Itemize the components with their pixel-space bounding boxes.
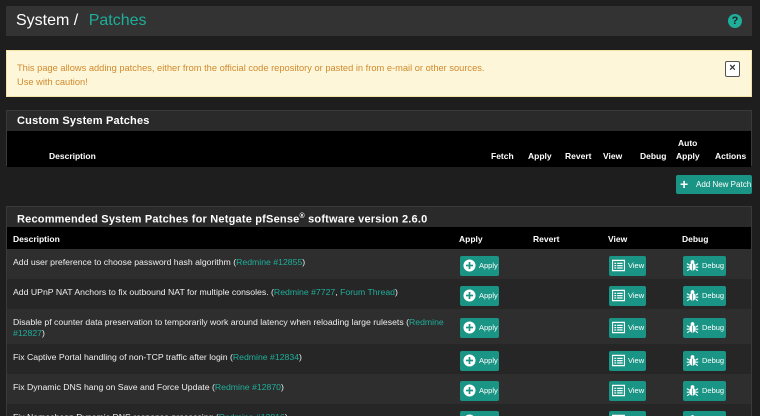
debug-button[interactable]: Debug <box>683 411 726 416</box>
list-icon <box>611 259 626 272</box>
patch-link[interactable]: Redmine #12834 <box>233 352 299 362</box>
view-button[interactable]: View <box>609 318 646 338</box>
apply-button[interactable]: Apply <box>460 318 499 338</box>
patch-description: Fix Dynamic DNS hang on Save and Force U… <box>13 382 284 392</box>
patch-description: Fix Namecheap Dynamic DNS response proce… <box>13 412 445 416</box>
patch-row: Fix Namecheap Dynamic DNS response proce… <box>7 404 751 416</box>
apply-button[interactable]: Apply <box>460 351 499 371</box>
col-description: Description <box>13 234 60 244</box>
list-icon <box>611 354 626 367</box>
apply-button[interactable]: Apply <box>460 286 499 306</box>
apply-button[interactable]: Apply <box>460 411 499 416</box>
view-button[interactable]: View <box>609 411 646 416</box>
patch-row: Disable pf counter data preservation to … <box>7 309 751 344</box>
patch-row: Add UPnP NAT Anchors to fix outbound NAT… <box>7 279 751 309</box>
patch-list: Add user preference to choose password h… <box>7 249 751 416</box>
view-button[interactable]: View <box>609 256 646 276</box>
close-icon[interactable]: × <box>725 61 740 77</box>
patch-row: Add user preference to choose password h… <box>7 249 751 279</box>
page-header: System / Patches ? <box>6 6 752 36</box>
list-icon <box>611 384 626 397</box>
plus-circle-icon <box>463 321 476 334</box>
recommended-patches-title: Recommended System Patches for Netgate p… <box>7 207 751 227</box>
patch-row: Fix Captive Portal handling of non-TCP t… <box>7 344 751 374</box>
plus-circle-icon <box>463 259 476 272</box>
breadcrumb-system: System / <box>16 12 79 29</box>
plus-circle-icon <box>463 354 476 367</box>
col-view: View <box>603 151 623 161</box>
breadcrumb-patches-link[interactable]: Patches <box>89 12 147 29</box>
debug-button[interactable]: Debug <box>683 381 726 401</box>
plus-circle-icon <box>463 384 476 397</box>
col-actions: Actions <box>715 151 747 161</box>
list-icon <box>611 321 626 334</box>
debug-button[interactable]: Debug <box>683 318 726 338</box>
patch-link[interactable]: Redmine #12816 <box>219 412 285 416</box>
custom-patches-panel: Custom System Patches Description Fetch … <box>6 110 752 167</box>
plus-icon: + <box>680 176 689 192</box>
view-button[interactable]: View <box>609 351 646 371</box>
recommended-patches-panel: Recommended System Patches for Netgate p… <box>6 206 752 416</box>
help-icon[interactable]: ? <box>728 14 742 28</box>
apply-button[interactable]: Apply <box>460 381 499 401</box>
col-debug: Debug <box>640 151 667 161</box>
patch-link[interactable]: Redmine #12827 <box>13 317 444 338</box>
custom-patches-title: Custom System Patches <box>7 111 751 131</box>
col-view: View <box>608 234 628 244</box>
plus-circle-icon <box>463 289 476 302</box>
bug-icon <box>686 259 699 272</box>
col-auto-line2: Apply <box>676 151 700 161</box>
view-button[interactable]: View <box>609 381 646 401</box>
bug-icon <box>686 321 699 334</box>
alert-message: This page allows adding patches, either … <box>17 63 485 87</box>
patch-description: Add user preference to choose password h… <box>13 257 306 267</box>
patch-link[interactable]: Redmine #12855 <box>236 257 302 267</box>
debug-button[interactable]: Debug <box>683 351 726 371</box>
col-apply: Apply <box>459 234 483 244</box>
add-new-patch-button[interactable]: + Add New Patch <box>676 175 752 194</box>
col-debug: Debug <box>682 234 709 244</box>
bug-icon <box>686 384 699 397</box>
recommended-table-header: Description Apply Revert View Debug <box>7 227 751 249</box>
col-description: Description <box>49 151 96 161</box>
apply-button[interactable]: Apply <box>460 256 499 276</box>
list-icon <box>611 289 626 302</box>
col-fetch: Fetch <box>491 151 514 161</box>
debug-button[interactable]: Debug <box>683 286 726 306</box>
warning-alert: This page allows adding patches, either … <box>6 50 752 97</box>
breadcrumb: System / Patches <box>16 12 147 30</box>
custom-table-header: Description Fetch Apply Revert View Debu… <box>7 131 751 167</box>
col-auto-line1: Auto <box>678 138 698 148</box>
col-apply: Apply <box>528 151 552 161</box>
debug-button[interactable]: Debug <box>683 256 726 276</box>
col-revert: Revert <box>533 234 560 244</box>
patch-link[interactable]: Redmine #7727 <box>274 287 335 297</box>
patch-description: Add UPnP NAT Anchors to fix outbound NAT… <box>13 287 398 297</box>
patch-link[interactable]: Redmine #12870 <box>215 382 281 392</box>
col-revert: Revert <box>565 151 592 161</box>
patch-row: Fix Dynamic DNS hang on Save and Force U… <box>7 374 751 404</box>
patch-description: Disable pf counter data preservation to … <box>13 317 444 338</box>
patch-link[interactable]: Forum Thread <box>340 287 395 297</box>
bug-icon <box>686 289 699 302</box>
patch-description: Fix Captive Portal handling of non-TCP t… <box>13 352 302 362</box>
bug-icon <box>686 354 699 367</box>
view-button[interactable]: View <box>609 286 646 306</box>
